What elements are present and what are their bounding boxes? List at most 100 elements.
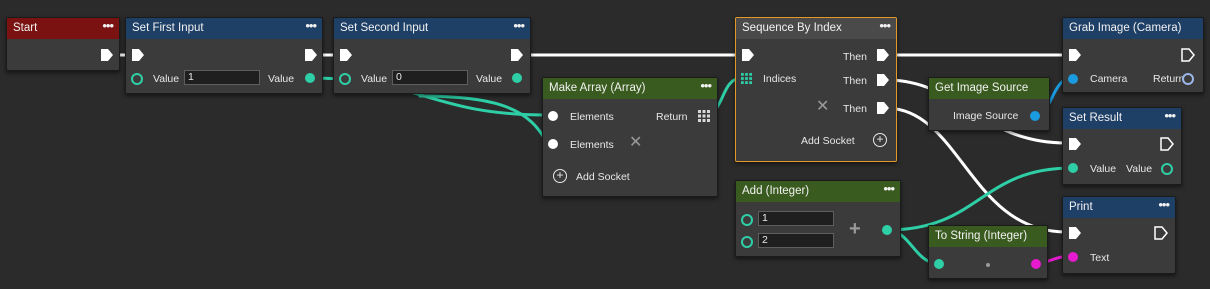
then-label: Then	[843, 103, 867, 115]
node-header[interactable]: Grab Image (Camera)	[1063, 18, 1203, 39]
element-in-pin-icon[interactable]	[548, 139, 558, 149]
value-out-label: Value	[1126, 163, 1153, 175]
node-menu-icon[interactable]: •••	[700, 78, 712, 96]
text-label: Text	[1090, 252, 1110, 264]
node-menu-icon[interactable]: •••	[1158, 197, 1170, 215]
node-menu-icon[interactable]: •••	[305, 18, 317, 36]
node-header[interactable]: Get Image Source	[929, 78, 1049, 99]
exec-out-pin-icon[interactable]	[876, 48, 890, 62]
camera-label: Camera	[1090, 73, 1128, 85]
node-header[interactable]: Add (Integer) •••	[736, 181, 900, 202]
node-add-integer[interactable]: Add (Integer) ••• 1 2 +	[735, 180, 901, 257]
node-menu-icon[interactable]: •••	[102, 18, 114, 36]
add-socket-label[interactable]: Add Socket	[801, 135, 855, 147]
image-source-label: Image Source	[953, 110, 1019, 122]
int-out-pin-icon[interactable]	[512, 73, 522, 83]
node-header[interactable]: Start •••	[7, 18, 119, 39]
node-title: Set First Input	[132, 22, 204, 34]
int-out-pin-icon[interactable]	[1161, 163, 1173, 175]
node-title: Sequence By Index	[742, 22, 842, 34]
node-header[interactable]: Set Result •••	[1063, 108, 1181, 129]
node-set-first-input[interactable]: Set First Input ••• Value 1 Value	[125, 17, 323, 94]
separator-dot-icon	[986, 263, 990, 267]
exec-in-pin-icon[interactable]	[1068, 137, 1082, 151]
node-title: Add (Integer)	[742, 185, 810, 197]
value-out-label: Value	[268, 73, 295, 85]
node-set-second-input[interactable]: Set Second Input ••• Value 0 Value	[333, 17, 531, 94]
b-input[interactable]: 2	[758, 233, 834, 248]
image-in-pin-icon[interactable]	[1068, 74, 1078, 84]
node-title: Print	[1069, 201, 1093, 213]
wire-add-setresult	[885, 166, 1074, 232]
node-set-result[interactable]: Set Result ••• Value Value	[1062, 107, 1182, 185]
image-out-pin-icon[interactable]	[1030, 111, 1040, 121]
int-in-pin-icon[interactable]	[339, 73, 351, 85]
exec-out-pin-icon[interactable]	[510, 48, 524, 62]
int-out-pin-icon[interactable]	[882, 225, 892, 235]
node-get-image-source[interactable]: Get Image Source Image Source	[928, 77, 1050, 131]
string-in-pin-icon[interactable]	[1068, 252, 1078, 262]
node-menu-icon[interactable]: •••	[1164, 108, 1176, 126]
node-print[interactable]: Print ••• Text	[1062, 196, 1176, 274]
string-out-pin-icon[interactable]	[1031, 259, 1041, 269]
exec-in-pin-icon[interactable]	[1068, 48, 1082, 62]
exec-out-pin-icon[interactable]	[304, 48, 318, 62]
value-input[interactable]: 1	[184, 70, 260, 85]
node-title: Make Array (Array)	[549, 82, 646, 94]
node-title: Get Image Source	[935, 82, 1029, 94]
then-label: Then	[843, 51, 867, 63]
node-header[interactable]: To String (Integer)	[929, 226, 1047, 247]
int-in-pin-icon[interactable]	[934, 259, 944, 269]
exec-in-pin-icon[interactable]	[339, 48, 353, 62]
exec-out-pin-icon[interactable]	[100, 48, 114, 62]
elements-label: Elements	[570, 139, 614, 151]
exec-in-pin-icon[interactable]	[1068, 226, 1082, 240]
value-label: Value	[153, 73, 180, 85]
int-array-in-pin-icon[interactable]	[741, 73, 752, 84]
int-in-pin-icon[interactable]	[741, 236, 753, 248]
int-in-pin-icon[interactable]	[131, 73, 143, 85]
exec-out-pin-icon[interactable]	[876, 101, 890, 115]
node-header[interactable]: Make Array (Array) •••	[543, 78, 717, 99]
node-menu-icon[interactable]: •••	[883, 181, 895, 199]
node-sequence-by-index[interactable]: Sequence By Index ••• Then Indices Then ✕…	[735, 17, 897, 162]
exec-in-pin-icon[interactable]	[131, 48, 145, 62]
node-header[interactable]: Set Second Input •••	[334, 18, 530, 39]
node-header[interactable]: Sequence By Index •••	[736, 18, 896, 39]
node-to-string[interactable]: To String (Integer)	[928, 225, 1048, 279]
elements-label: Elements	[570, 111, 614, 123]
exec-out-pin-icon[interactable]	[1181, 48, 1195, 62]
node-grab-image[interactable]: Grab Image (Camera) Camera Return	[1062, 17, 1204, 93]
a-input[interactable]: 1	[758, 211, 834, 226]
remove-socket-icon[interactable]: ✕	[629, 135, 642, 151]
array-out-pin-icon[interactable]	[698, 110, 710, 122]
int-in-pin-icon[interactable]	[741, 214, 753, 226]
exec-in-pin-icon[interactable]	[741, 48, 755, 62]
indices-label: Indices	[763, 73, 797, 85]
exec-out-pin-icon[interactable]	[876, 73, 890, 87]
int-in-pin-icon[interactable]	[1068, 163, 1078, 173]
node-start[interactable]: Start •••	[6, 17, 120, 71]
value-in-label: Value	[1090, 163, 1117, 175]
node-header[interactable]: Set First Input •••	[126, 18, 322, 39]
node-make-array[interactable]: Make Array (Array) ••• Elements Return El…	[542, 77, 718, 197]
add-socket-icon[interactable]: +	[553, 169, 567, 183]
node-menu-icon[interactable]: •••	[879, 18, 891, 36]
int-out-pin-icon[interactable]	[305, 73, 315, 83]
node-title: To String (Integer)	[935, 230, 1028, 242]
exec-out-pin-icon[interactable]	[1160, 137, 1174, 151]
remove-socket-icon[interactable]: ✕	[816, 99, 829, 115]
value-label: Value	[361, 73, 388, 85]
exec-out-pin-icon[interactable]	[1154, 226, 1168, 240]
return-out-pin-icon[interactable]	[1182, 73, 1194, 85]
add-socket-icon[interactable]: +	[873, 133, 887, 147]
value-input[interactable]: 0	[392, 70, 468, 85]
node-header[interactable]: Print •••	[1063, 197, 1175, 218]
node-menu-icon[interactable]: •••	[513, 18, 525, 36]
add-socket-label[interactable]: Add Socket	[576, 171, 630, 183]
return-label: Return	[1153, 73, 1185, 85]
plus-icon: +	[849, 218, 861, 240]
node-title: Set Result	[1069, 112, 1123, 124]
value-out-label: Value	[476, 73, 503, 85]
element-in-pin-icon[interactable]	[548, 111, 558, 121]
